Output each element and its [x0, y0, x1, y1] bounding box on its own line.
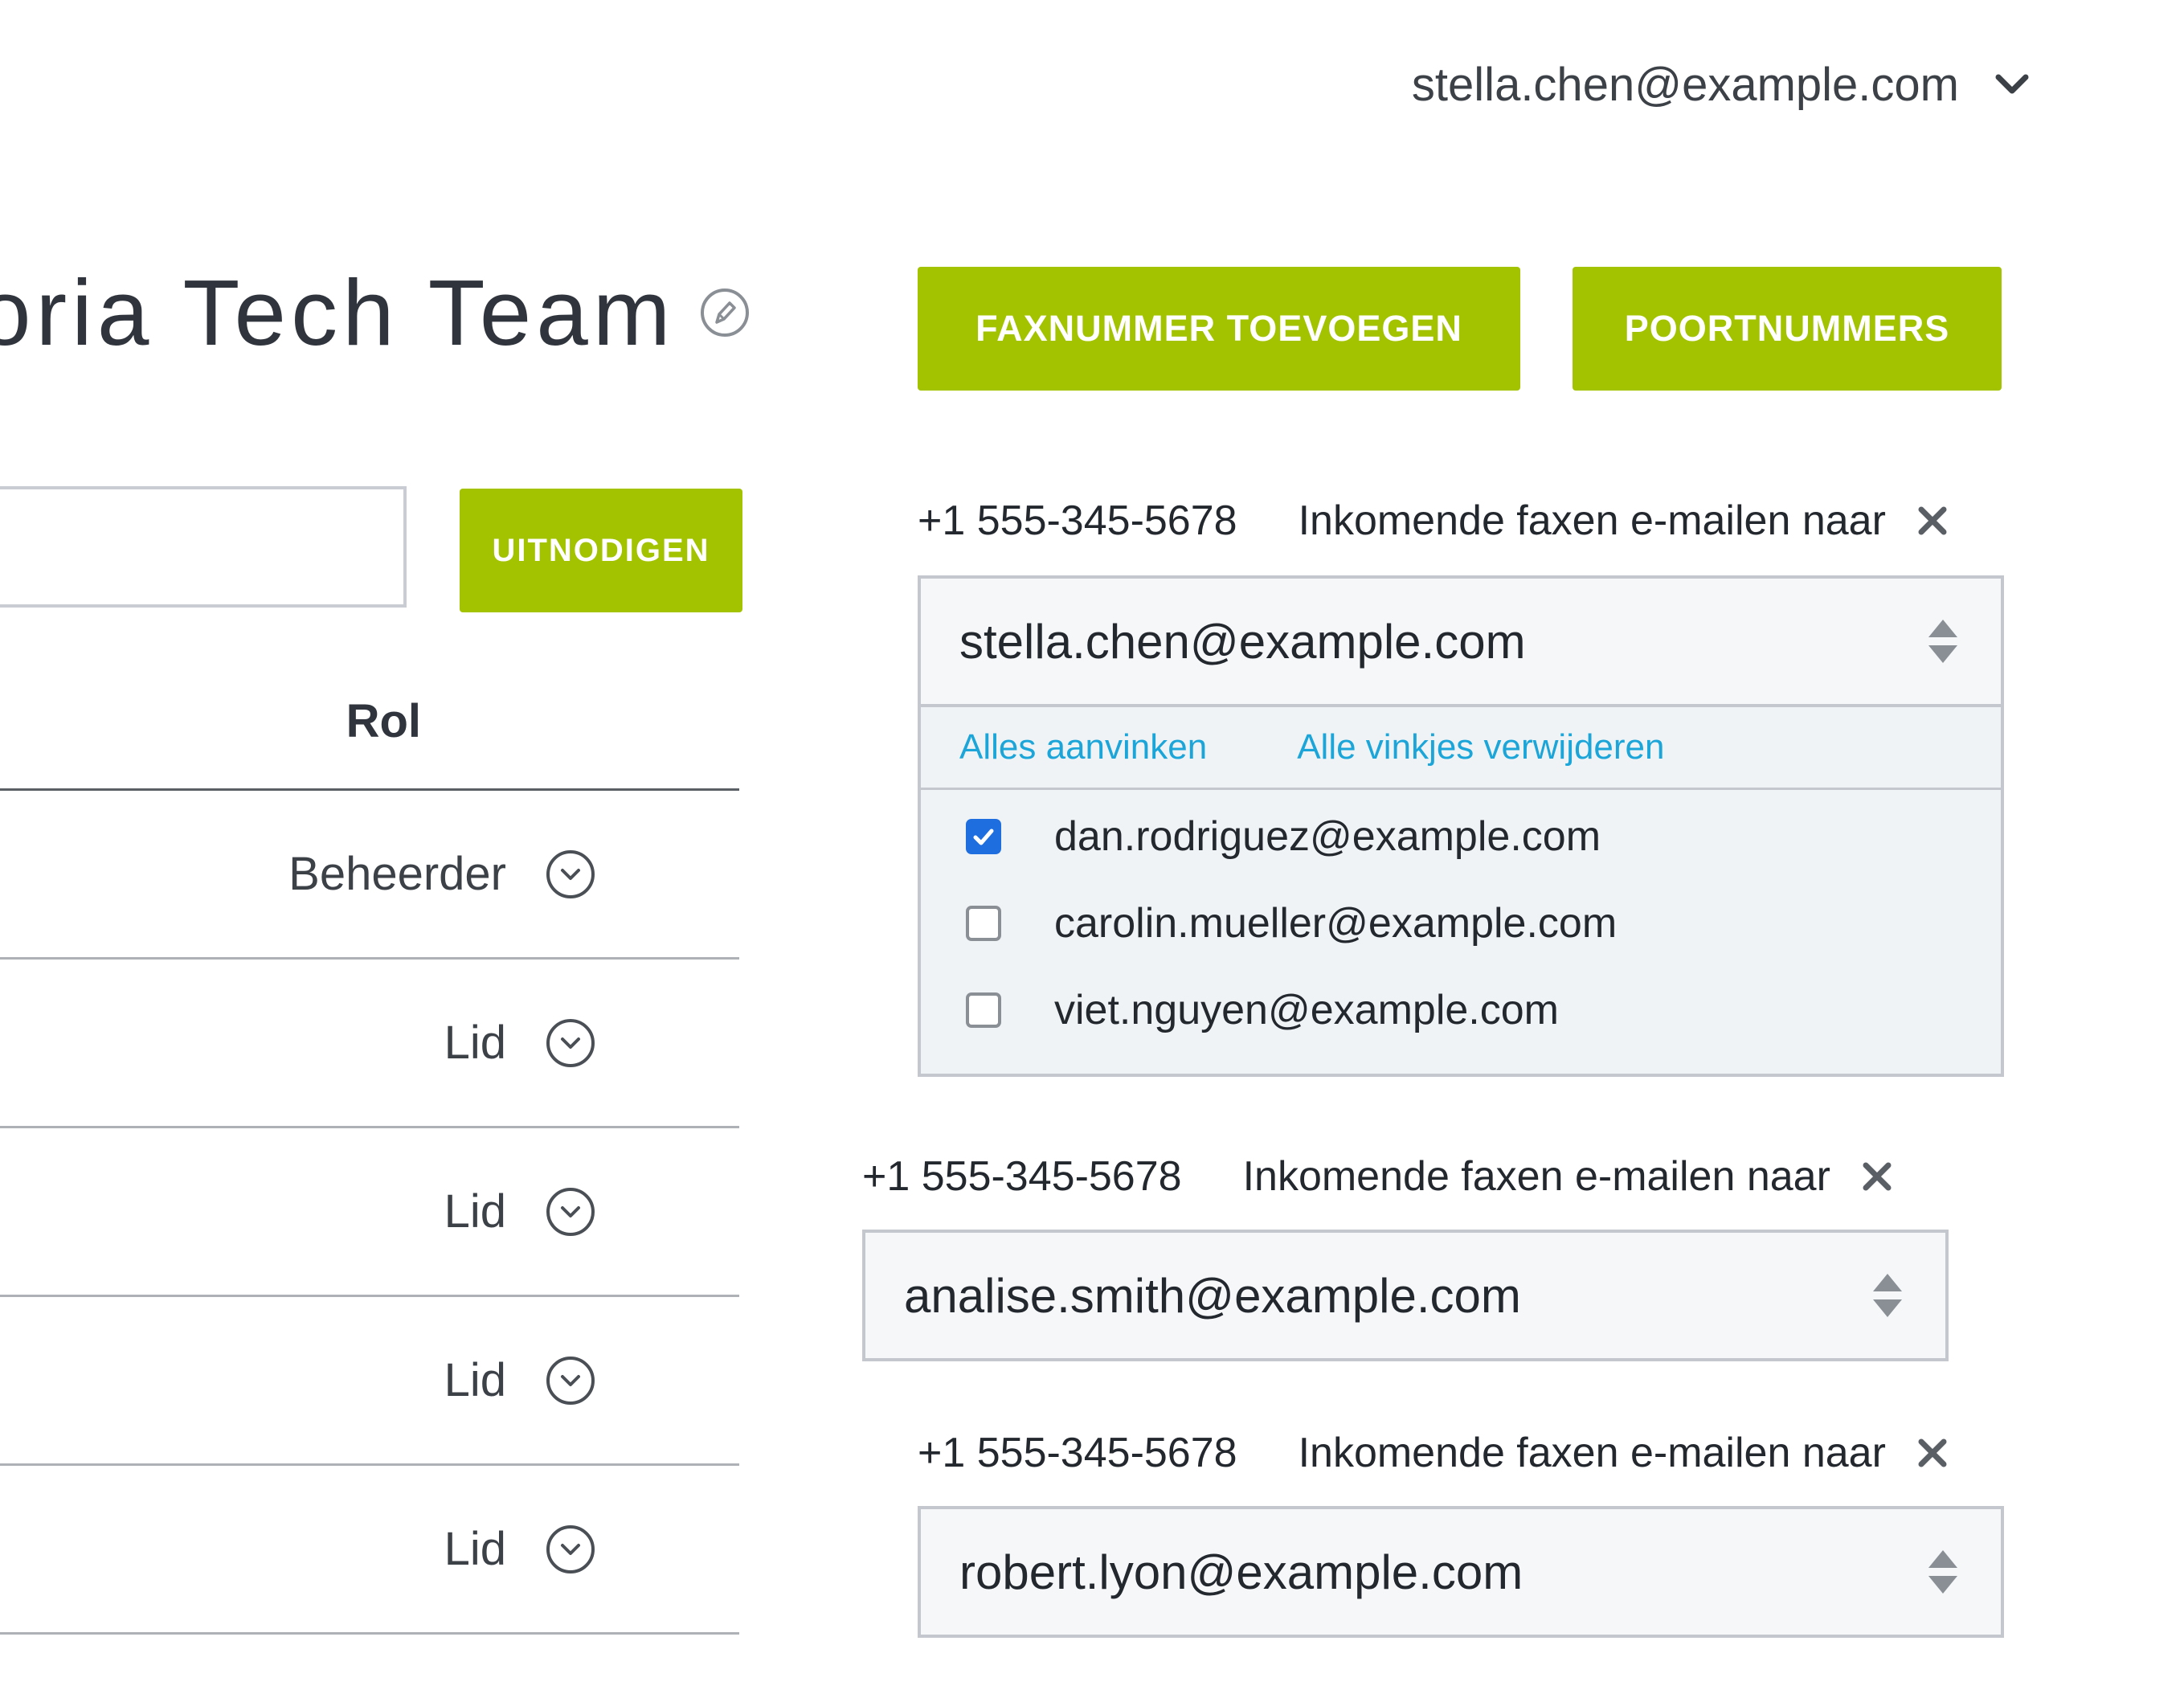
email-select-value: analise.smith@example.com [904, 1268, 1521, 1323]
pencil-icon[interactable] [699, 287, 750, 338]
email-select-value: stella.chen@example.com [959, 614, 1526, 669]
chevron-down-circle-icon[interactable] [546, 1524, 595, 1573]
add-fax-number-button[interactable]: FAXNUMMER TOEVOEGEN [918, 267, 1520, 391]
dropdown-option[interactable]: viet.nguyen@example.com [921, 967, 2001, 1054]
email-select[interactable]: robert.lyon@example.com [918, 1506, 2004, 1638]
sort-arrows-icon [1871, 1272, 1904, 1319]
chevron-down-icon [1994, 73, 2030, 97]
fax-entry-header: +1 555-345-5678 Inkomende faxen e-mailen… [918, 1429, 1949, 1477]
email-select[interactable]: stella.chen@example.com [918, 575, 2004, 707]
team-name: oria Tech Team [0, 260, 676, 365]
fax-forward-label: Inkomende faxen e-mailen naar [1298, 497, 1886, 544]
chevron-down-circle-icon[interactable] [546, 1356, 595, 1405]
chevron-down-circle-icon[interactable] [546, 1018, 595, 1067]
fax-number: +1 555-345-5678 [862, 1153, 1182, 1200]
role-label: Beheerder [288, 848, 506, 900]
email-select[interactable]: analise.smith@example.com [862, 1230, 1949, 1361]
checkmark-icon [973, 829, 994, 845]
invite-input[interactable] [0, 486, 407, 608]
close-icon[interactable] [1861, 1160, 1893, 1193]
role-label: Lid [444, 1185, 506, 1238]
fax-forward-label: Inkomende faxen e-mailen naar [1298, 1430, 1886, 1476]
fax-entry-header: +1 555-345-5678 Inkomende faxen e-mailen… [862, 1152, 1893, 1201]
table-row: Lid [0, 1466, 739, 1635]
table-row: Lid [0, 1297, 739, 1466]
sort-arrows-icon [1927, 618, 1959, 665]
table-row: Lid [0, 1128, 739, 1297]
close-icon[interactable] [1916, 505, 1949, 537]
chevron-down-circle-icon[interactable] [546, 849, 595, 898]
fax-forward-label: Inkomende faxen e-mailen naar [1242, 1153, 1830, 1200]
fax-entry-header: +1 555-345-5678 Inkomende faxen e-mailen… [918, 497, 1949, 545]
chevron-down-circle-icon[interactable] [546, 1187, 595, 1236]
table-row: Beheerder [0, 791, 739, 960]
port-numbers-button[interactable]: POORTNUMMERS [1573, 267, 2002, 391]
table-row: Lid [0, 960, 739, 1128]
clear-all-link[interactable]: Alle vinkjes verwijderen [1297, 727, 1664, 767]
checkbox[interactable] [966, 992, 1001, 1028]
dropdown-option[interactable]: carolin.mueller@example.com [921, 880, 2001, 967]
close-icon[interactable] [1916, 1437, 1949, 1469]
page-title: oria Tech Team [0, 259, 750, 366]
dropdown-actions: Alles aanvinken Alle vinkjes verwijderen [921, 707, 2001, 790]
fax-number: +1 555-345-5678 [918, 1430, 1237, 1476]
sort-arrows-icon [1927, 1549, 1959, 1595]
role-label: Lid [444, 1354, 506, 1406]
option-email: viet.nguyen@example.com [1054, 987, 1559, 1033]
role-column-header: Rol [0, 690, 739, 791]
role-label: Lid [444, 1017, 506, 1069]
checkbox[interactable] [966, 906, 1001, 941]
option-email: dan.rodriguez@example.com [1054, 813, 1601, 860]
email-select-value: robert.lyon@example.com [959, 1545, 1523, 1599]
user-menu[interactable]: stella.chen@example.com [1412, 58, 2030, 112]
select-all-link[interactable]: Alles aanvinken [959, 727, 1207, 767]
email-dropdown: Alles aanvinken Alle vinkjes verwijderen… [918, 704, 2004, 1077]
checkbox-checked[interactable] [966, 819, 1001, 854]
dropdown-option[interactable]: dan.rodriguez@example.com [921, 793, 2001, 880]
invite-button[interactable]: UITNODIGEN [460, 489, 742, 612]
user-email: stella.chen@example.com [1411, 59, 1959, 111]
fax-number: +1 555-345-5678 [918, 497, 1237, 544]
option-email: carolin.mueller@example.com [1054, 900, 1618, 947]
role-label: Lid [444, 1523, 506, 1575]
